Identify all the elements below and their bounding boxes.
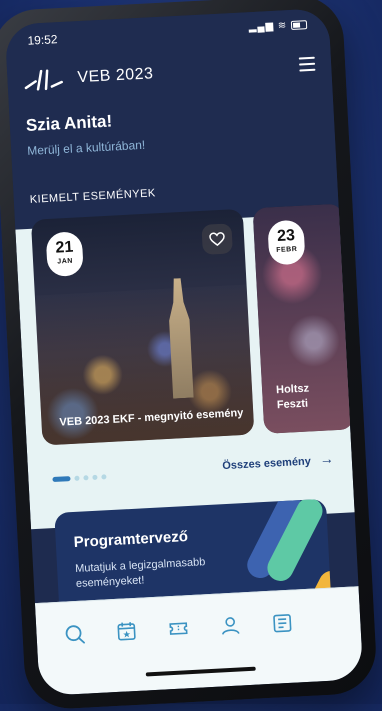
signal-icon: ▂▄▆ — [248, 20, 275, 34]
date-month: JAN — [57, 257, 74, 266]
status-time: 19:52 — [27, 32, 58, 48]
phone-mockup: 19:52 ▂▄▆ ≋ VEB 2023 Szia Anita! Merülj … — [0, 0, 379, 711]
ticket-icon — [169, 622, 188, 635]
date-day: 21 — [55, 238, 74, 257]
status-icons: ▂▄▆ ≋ — [248, 19, 308, 34]
date-badge: 23 FEBR — [267, 219, 306, 266]
planner-title: Programtervező — [73, 528, 189, 552]
wifi-icon: ≋ — [277, 20, 288, 32]
greeting-subtitle: Merülj el a kultúrában! — [26, 137, 146, 158]
favorite-button[interactable] — [201, 223, 233, 255]
app-header: VEB 2023 — [23, 51, 316, 96]
app-screen: 19:52 ▂▄▆ ≋ VEB 2023 Szia Anita! Merülj … — [4, 7, 364, 697]
heart-icon — [209, 232, 225, 247]
tab-search[interactable] — [62, 621, 87, 646]
tab-calendar[interactable] — [114, 619, 139, 644]
tab-profile[interactable] — [218, 613, 243, 638]
event-card[interactable]: 21 JAN VEB 2023 EKF - megnyitó esemény — [30, 208, 255, 446]
carousel-pagination[interactable] — [52, 468, 110, 483]
date-month: FEBR — [276, 245, 298, 255]
planner-description: Mutatjuk a legizgalmasabb eseményeket! — [74, 556, 206, 590]
status-bar: 19:52 ▂▄▆ ≋ — [27, 19, 308, 50]
profile-icon — [222, 617, 240, 635]
app-title: VEB 2023 — [77, 65, 154, 87]
greeting-title: Szia Anita! — [25, 111, 113, 135]
calendar-icon — [117, 622, 136, 641]
arrow-right-icon: → — [319, 450, 335, 468]
date-day: 23 — [276, 227, 296, 245]
featured-section-title: KIEMELT ESEMÉNYEK — [29, 187, 157, 206]
search-icon — [65, 625, 85, 644]
battery-icon — [290, 19, 308, 30]
event-title: Holtsz Feszti — [275, 382, 310, 412]
tab-news[interactable] — [270, 611, 295, 636]
hamburger-menu-icon[interactable] — [298, 56, 316, 72]
logo-icon — [24, 69, 63, 91]
date-badge: 21 JAN — [45, 231, 84, 278]
tab-icons — [62, 609, 335, 647]
tab-tickets[interactable] — [166, 616, 191, 641]
event-card[interactable]: 23 FEBR Holtsz Feszti — [252, 203, 355, 434]
bottom-tab-bar — [34, 586, 364, 697]
home-indicator — [145, 666, 256, 677]
news-icon — [273, 614, 292, 633]
